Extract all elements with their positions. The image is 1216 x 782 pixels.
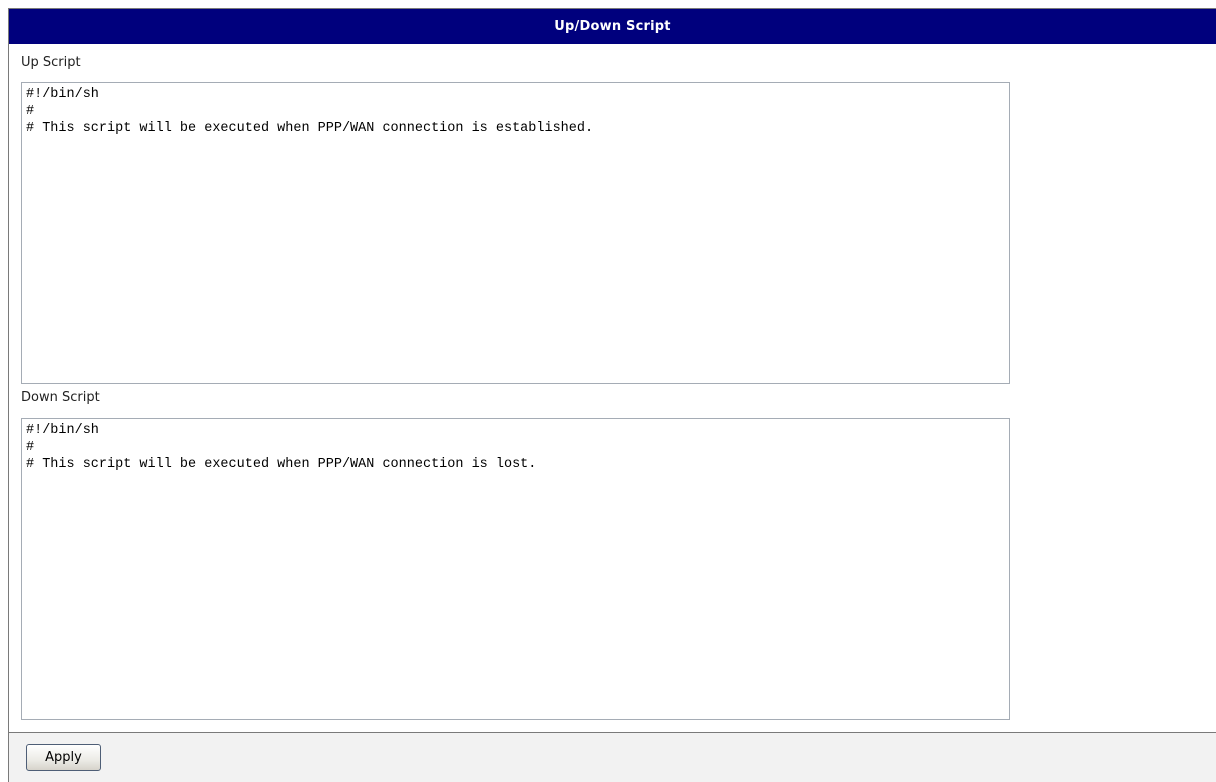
down-script-textarea[interactable]: #!/bin/sh # # This script will be execut… <box>21 418 1010 720</box>
up-script-label: Up Script <box>21 55 81 70</box>
up-script-textarea[interactable]: #!/bin/sh # # This script will be execut… <box>21 82 1010 384</box>
page-title: Up/Down Script <box>9 9 1216 44</box>
down-script-label: Down Script <box>21 390 100 405</box>
form-footer: Apply <box>9 732 1216 782</box>
page-title-text: Up/Down Script <box>554 19 671 34</box>
apply-button[interactable]: Apply <box>26 744 101 771</box>
